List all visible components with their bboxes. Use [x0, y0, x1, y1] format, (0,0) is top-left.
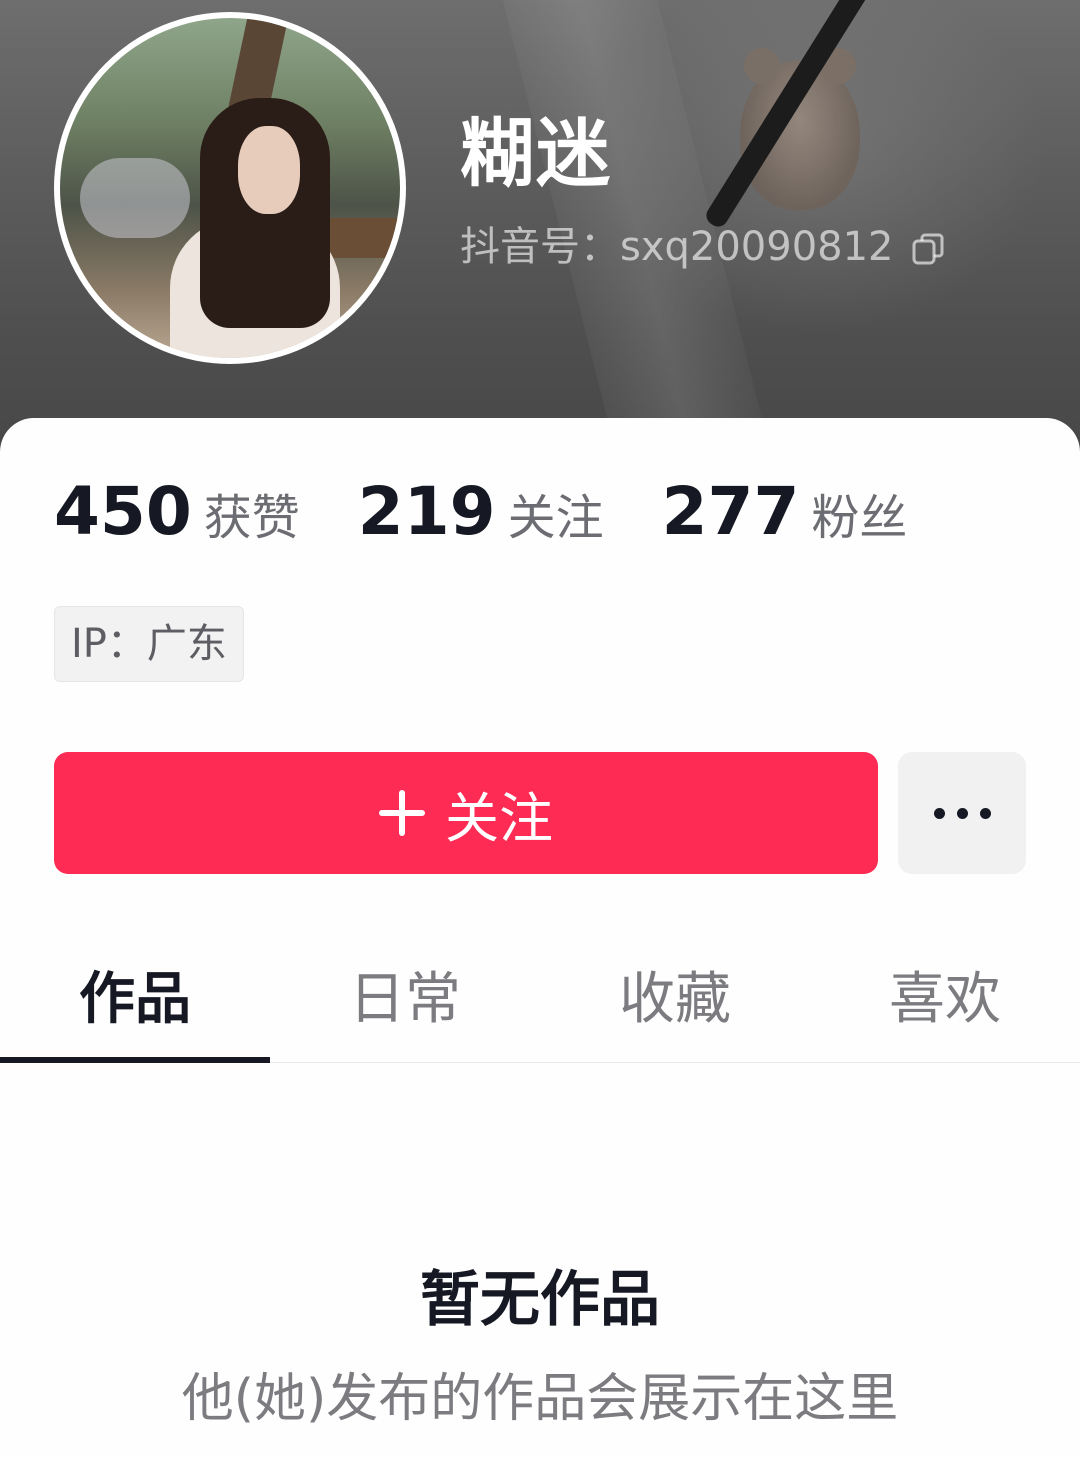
tab-likes[interactable]: 喜欢: [810, 946, 1080, 1062]
douyin-id-text: 抖音号：sxq20090812: [460, 224, 894, 270]
profile-card: 450 获赞 219 关注 277 粉丝 IP：广东 关注 作品 日常 收藏 喜…: [0, 418, 1080, 1457]
tab-favorites[interactable]: 收藏: [540, 946, 810, 1062]
content-tabs: 作品 日常 收藏 喜欢: [0, 946, 1080, 1063]
stat-followers-count: 277: [661, 473, 800, 550]
profile-nickname: 糊迷: [460, 111, 612, 197]
avatar[interactable]: [54, 12, 406, 364]
stat-likes-label: 获赞: [203, 490, 300, 546]
follow-button[interactable]: 关注: [54, 752, 878, 874]
tab-daily[interactable]: 日常: [270, 946, 540, 1062]
stat-likes-count: 450: [54, 473, 192, 550]
more-icon: [933, 807, 991, 819]
stat-following-label: 关注: [507, 490, 604, 546]
stat-followers[interactable]: 277 粉丝: [662, 472, 908, 558]
profile-page: 糊迷 抖音号：sxq20090812 450 获赞 219 关注 277 粉丝: [0, 0, 1080, 1457]
douyin-id: 抖音号：sxq20090812: [460, 222, 946, 272]
stat-following-count: 219: [357, 473, 496, 550]
more-button[interactable]: [898, 752, 1026, 874]
empty-state-description: 他(她)发布的作品会展示在这里: [181, 1369, 899, 1429]
empty-state-title: 暂无作品: [420, 1265, 660, 1335]
plus-icon: [379, 790, 425, 836]
ip-location-tag: IP：广东: [54, 606, 244, 682]
follow-button-label: 关注: [445, 786, 553, 850]
stat-likes[interactable]: 450 获赞: [54, 472, 300, 558]
stat-following[interactable]: 219 关注: [358, 472, 604, 558]
profile-stats: 450 获赞 219 关注 277 粉丝: [54, 472, 965, 558]
avatar-photo: [60, 18, 400, 358]
copy-icon[interactable]: [910, 229, 946, 265]
stat-followers-label: 粉丝: [811, 490, 908, 546]
tab-works[interactable]: 作品: [0, 946, 270, 1063]
